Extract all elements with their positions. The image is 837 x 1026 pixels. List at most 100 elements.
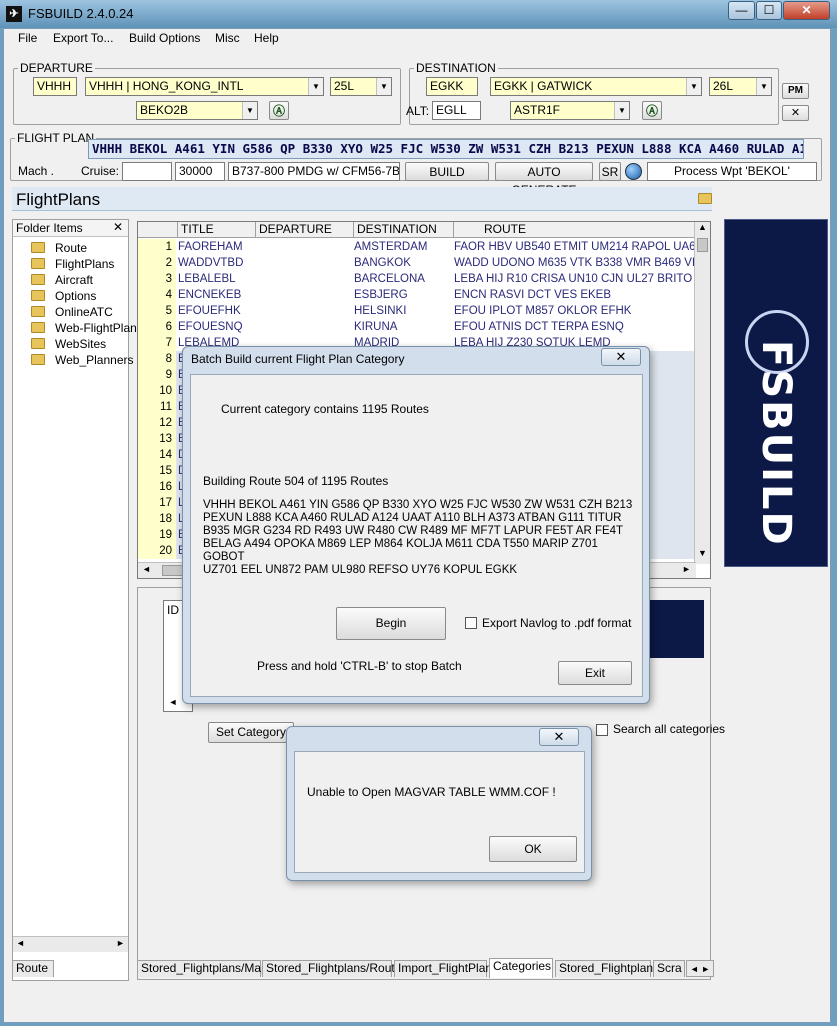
chevron-down-icon[interactable]: ▼ [686, 78, 701, 95]
folder-item-label: Aircraft [55, 273, 94, 287]
route-cell: ENCN RASVI DCT VES EKEB [454, 289, 611, 301]
scroll-up-icon[interactable]: ▲ [698, 222, 707, 232]
tab-categories[interactable]: Categories [489, 958, 553, 978]
maximize-button[interactable]: ☐ [756, 1, 782, 20]
folder-icon [31, 290, 45, 301]
ok-button[interactable]: OK [489, 836, 577, 862]
destination-runway-select[interactable]: 26L ▼ [709, 77, 772, 96]
stop-batch-hint: Press and hold 'CTRL-B' to stop Batch [257, 659, 462, 673]
menu-build-options[interactable]: Build Options [129, 31, 200, 45]
row-number-cell: 12 [138, 415, 176, 431]
tab-import-flightplans[interactable]: Import_FlightPlans [394, 960, 498, 977]
route-cell: FAOR HBV UB540 ETMIT UM214 RAPOL UA607 [454, 241, 694, 253]
begin-button[interactable]: Begin [336, 607, 446, 640]
build-button[interactable]: BUILD [405, 162, 489, 181]
route-input[interactable]: VHHH BEKOL A461 YIN G586 QP B330 XYO W25… [88, 139, 804, 159]
chevron-down-icon[interactable]: ▼ [614, 102, 629, 119]
menu-help[interactable]: Help [254, 31, 279, 45]
id-header: ID [167, 603, 179, 617]
departure-runway-value: 25L [334, 79, 355, 93]
scroll-left-icon[interactable]: ◄ [142, 564, 151, 574]
chevron-down-icon[interactable]: ▼ [376, 78, 391, 95]
scroll-thumb[interactable] [697, 238, 708, 252]
section-header: FlightPlans [12, 187, 712, 211]
scroll-down-icon[interactable]: ▼ [698, 548, 707, 558]
chevron-down-icon[interactable]: ▼ [242, 102, 257, 119]
chevron-down-icon[interactable]: ▼ [308, 78, 323, 95]
menu-bar: File Export To... Build Options Misc Hel… [4, 29, 830, 49]
tab-stored-flightplans[interactable]: Stored_Flightplans [555, 960, 659, 977]
table-row[interactable]: 6 EFOUESNQ KIRUNA EFOU ATNIS DCT TERPA ESNQ [138, 319, 694, 335]
alternate-input[interactable]: EGLL [432, 101, 481, 120]
scroll-left-icon[interactable]: ◄ [163, 694, 183, 710]
batch-dialog-close-button[interactable]: ✕ [601, 348, 641, 366]
tab-stored-flightplans-map[interactable]: Stored_Flightplans/Map [137, 960, 268, 977]
chevron-down-icon[interactable]: ▼ [756, 78, 771, 95]
destination-airport-info-icon[interactable]: Ⓐ [642, 101, 662, 120]
departure-legend: DEPARTURE [20, 61, 93, 75]
alt-label: ALT: [406, 104, 430, 118]
search-all-label: Search all categories [613, 722, 726, 736]
header-route[interactable]: ROUTE [454, 222, 696, 238]
destination-cell: ESBJERG [354, 289, 408, 301]
minimize-button[interactable]: — [728, 1, 755, 20]
scroll-left-icon[interactable]: ◄ [16, 938, 25, 948]
route-cell: EFOU IPLOT M857 OKLOR EFHK [454, 305, 632, 317]
globe-icon[interactable] [625, 163, 642, 180]
folder-panel-title: Folder Items [16, 221, 83, 235]
folder-icon [31, 322, 45, 333]
table-row[interactable]: 1 FAOREHAM AMSTERDAM FAOR HBV UB540 ETMIT U… [138, 239, 694, 255]
table-row[interactable]: 5 EFOUEFHK HELSINKI EFOU IPLOT M857 OKLOR E… [138, 303, 694, 319]
scroll-right-icon[interactable]: ► [116, 938, 125, 948]
sid-value: BEKO2B [140, 103, 189, 117]
close-window-button[interactable]: ✕ [783, 1, 830, 20]
row-number-cell: 10 [138, 383, 176, 399]
tab-route-left[interactable]: Route [12, 960, 54, 977]
row-number-cell: 17 [138, 495, 176, 511]
star-select[interactable]: ASTR1F ▼ [510, 101, 630, 120]
folder-panel-hscroll[interactable]: ◄ ► [13, 936, 128, 952]
header-title[interactable]: TITLE [178, 222, 256, 238]
menu-file[interactable]: File [18, 31, 37, 45]
destination-cell: AMSTERDAM [354, 241, 428, 253]
departure-airport-select[interactable]: VHHH | HONG_KONG_INTL ▼ [85, 77, 324, 96]
folder-icon[interactable] [698, 193, 712, 204]
error-dialog-close-button[interactable]: ✕ [539, 728, 579, 746]
destination-airport-select[interactable]: EGKK | GATWICK ▼ [490, 77, 702, 96]
destination-icao-input[interactable]: EGKK [426, 77, 478, 96]
table-row[interactable]: 2 WADDVTBD BANGKOK WADD UDONO M635 VTK B338… [138, 255, 694, 271]
search-all-checkbox[interactable] [596, 724, 608, 736]
table-row[interactable]: 4 ENCNEKEB ESBJERG ENCN RASVI DCT VES EKEB [138, 287, 694, 303]
tab-scratch[interactable]: Scra [653, 960, 685, 977]
folder-icon [31, 338, 45, 349]
menu-export-to[interactable]: Export To... [53, 31, 113, 45]
header-destination[interactable]: DESTINATION [354, 222, 454, 238]
departure-icao-input[interactable]: VHHH [33, 77, 77, 96]
menu-misc[interactable]: Misc [215, 31, 240, 45]
set-category-button[interactable]: Set Category [208, 722, 294, 743]
departure-airport-info-icon[interactable]: Ⓐ [269, 101, 289, 120]
header-departure[interactable]: DEPARTURE [256, 222, 354, 238]
auto-generate-button[interactable]: AUTO GENERATE [495, 162, 593, 197]
pm-button[interactable]: PM [782, 83, 809, 99]
table-row[interactable]: 3 LEBALEBL BARCELONA LEBA HIJ R10 CRISA UN1… [138, 271, 694, 287]
departure-runway-select[interactable]: 25L ▼ [330, 77, 392, 96]
aircraft-input[interactable]: B737-800 PMDG w/ CFM56-7B26 [228, 162, 400, 181]
mach-input[interactable] [122, 162, 172, 181]
exit-button[interactable]: Exit [558, 661, 632, 685]
grid-vscroll[interactable]: ▲ ▼ [694, 222, 710, 564]
sr-button[interactable]: SR [599, 162, 621, 181]
batch-dialog-title: Batch Build current Flight Plan Category [191, 352, 405, 366]
row-number-cell: 1 [138, 239, 176, 255]
scroll-right-icon[interactable]: ► [682, 564, 691, 574]
row-number-cell: 6 [138, 319, 176, 335]
folder-item-label: OnlineATC [55, 305, 113, 319]
folder-panel-close-icon[interactable]: ✕ [113, 220, 123, 234]
clear-button[interactable]: ✕ [782, 105, 809, 121]
export-navlog-checkbox[interactable] [465, 617, 477, 629]
tab-scroll-arrows-icon[interactable]: ◄ ► [686, 960, 714, 977]
tab-stored-flightplans-route[interactable]: Stored_Flightplans/Route [262, 960, 401, 977]
row-number-cell: 15 [138, 463, 176, 479]
cruise-altitude-input[interactable]: 30000 [175, 162, 225, 181]
sid-select[interactable]: BEKO2B ▼ [136, 101, 258, 120]
